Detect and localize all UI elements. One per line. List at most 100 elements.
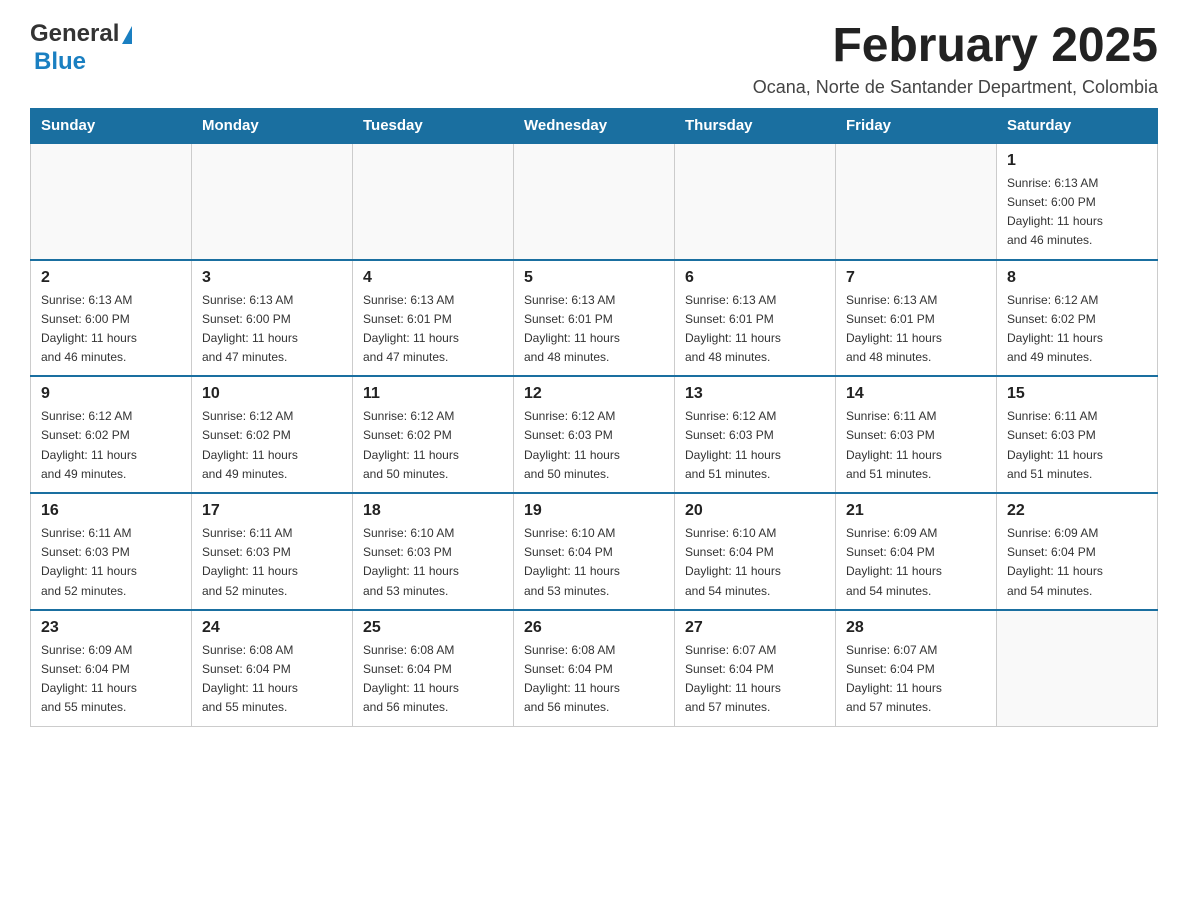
title-block: February 2025 Ocana, Norte de Santander … — [753, 20, 1158, 98]
day-number: 14 — [846, 385, 986, 403]
calendar-day-cell — [353, 143, 514, 260]
day-info: Sunrise: 6:11 AMSunset: 6:03 PMDaylight:… — [41, 524, 181, 601]
logo-general-text: General — [30, 20, 119, 48]
day-info: Sunrise: 6:10 AMSunset: 6:03 PMDaylight:… — [363, 524, 503, 601]
col-thursday: Thursday — [675, 108, 836, 143]
day-number: 22 — [1007, 502, 1147, 520]
col-wednesday: Wednesday — [514, 108, 675, 143]
calendar-day-cell — [31, 143, 192, 260]
day-number: 23 — [41, 619, 181, 637]
col-tuesday: Tuesday — [353, 108, 514, 143]
day-number: 26 — [524, 619, 664, 637]
day-info: Sunrise: 6:13 AMSunset: 6:01 PMDaylight:… — [524, 291, 664, 368]
day-number: 1 — [1007, 152, 1147, 170]
calendar-day-cell — [997, 610, 1158, 726]
day-info: Sunrise: 6:09 AMSunset: 6:04 PMDaylight:… — [41, 641, 181, 718]
col-monday: Monday — [192, 108, 353, 143]
calendar-day-cell: 16 Sunrise: 6:11 AMSunset: 6:03 PMDayligh… — [31, 493, 192, 610]
calendar-week-row: 9 Sunrise: 6:12 AMSunset: 6:02 PMDaylight… — [31, 376, 1158, 493]
calendar-day-cell: 10Sunrise: 6:12 AMSunset: 6:02 PMDayligh… — [192, 376, 353, 493]
calendar-day-cell: 1 Sunrise: 6:13 AMSunset: 6:00 PMDaylight… — [997, 143, 1158, 260]
day-info: Sunrise: 6:07 AMSunset: 6:04 PMDaylight:… — [846, 641, 986, 718]
day-number: 7 — [846, 269, 986, 287]
day-number: 6 — [685, 269, 825, 287]
day-info: Sunrise: 6:08 AMSunset: 6:04 PMDaylight:… — [524, 641, 664, 718]
day-number: 24 — [202, 619, 342, 637]
day-info: Sunrise: 6:10 AMSunset: 6:04 PMDaylight:… — [685, 524, 825, 601]
calendar-day-cell — [836, 143, 997, 260]
day-number: 2 — [41, 269, 181, 287]
calendar-day-cell: 21 Sunrise: 6:09 AMSunset: 6:04 PMDayligh… — [836, 493, 997, 610]
day-number: 9 — [41, 385, 181, 403]
calendar-day-cell: 8Sunrise: 6:12 AMSunset: 6:02 PMDaylight… — [997, 260, 1158, 377]
day-number: 19 — [524, 502, 664, 520]
col-saturday: Saturday — [997, 108, 1158, 143]
day-info: Sunrise: 6:11 AMSunset: 6:03 PMDaylight:… — [846, 407, 986, 484]
calendar-day-cell — [675, 143, 836, 260]
calendar-day-cell: 23 Sunrise: 6:09 AMSunset: 6:04 PMDayligh… — [31, 610, 192, 726]
calendar-day-cell: 3Sunrise: 6:13 AMSunset: 6:00 PMDaylight… — [192, 260, 353, 377]
day-info: Sunrise: 6:13 AMSunset: 6:01 PMDaylight:… — [846, 291, 986, 368]
calendar-day-cell: 4Sunrise: 6:13 AMSunset: 6:01 PMDaylight… — [353, 260, 514, 377]
month-title: February 2025 — [753, 20, 1158, 73]
day-number: 17 — [202, 502, 342, 520]
day-number: 12 — [524, 385, 664, 403]
col-friday: Friday — [836, 108, 997, 143]
day-number: 15 — [1007, 385, 1147, 403]
day-number: 28 — [846, 619, 986, 637]
col-sunday: Sunday — [31, 108, 192, 143]
day-number: 16 — [41, 502, 181, 520]
day-number: 25 — [363, 619, 503, 637]
location-subtitle: Ocana, Norte de Santander Department, Co… — [753, 77, 1158, 98]
calendar-day-cell: 2 Sunrise: 6:13 AMSunset: 6:00 PMDaylight… — [31, 260, 192, 377]
calendar-day-cell: 19 Sunrise: 6:10 AMSunset: 6:04 PMDayligh… — [514, 493, 675, 610]
calendar-day-cell: 17 Sunrise: 6:11 AMSunset: 6:03 PMDayligh… — [192, 493, 353, 610]
day-info: Sunrise: 6:09 AMSunset: 6:04 PMDaylight:… — [1007, 524, 1147, 601]
calendar-week-row: 2 Sunrise: 6:13 AMSunset: 6:00 PMDaylight… — [31, 260, 1158, 377]
calendar-week-row: 23 Sunrise: 6:09 AMSunset: 6:04 PMDayligh… — [31, 610, 1158, 726]
day-info: Sunrise: 6:08 AMSunset: 6:04 PMDaylight:… — [202, 641, 342, 718]
day-number: 13 — [685, 385, 825, 403]
day-info: Sunrise: 6:07 AMSunset: 6:04 PMDaylight:… — [685, 641, 825, 718]
calendar-day-cell: 9 Sunrise: 6:12 AMSunset: 6:02 PMDaylight… — [31, 376, 192, 493]
calendar-week-row: 16 Sunrise: 6:11 AMSunset: 6:03 PMDayligh… — [31, 493, 1158, 610]
day-number: 21 — [846, 502, 986, 520]
calendar-day-cell: 26 Sunrise: 6:08 AMSunset: 6:04 PMDayligh… — [514, 610, 675, 726]
day-info: Sunrise: 6:11 AMSunset: 6:03 PMDaylight:… — [202, 524, 342, 601]
day-info: Sunrise: 6:11 AMSunset: 6:03 PMDaylight:… — [1007, 407, 1147, 484]
calendar-day-cell: 24 Sunrise: 6:08 AMSunset: 6:04 PMDayligh… — [192, 610, 353, 726]
day-info: Sunrise: 6:13 AMSunset: 6:00 PMDaylight:… — [41, 291, 181, 368]
day-info: Sunrise: 6:09 AMSunset: 6:04 PMDaylight:… — [846, 524, 986, 601]
day-number: 5 — [524, 269, 664, 287]
calendar-day-cell: 25 Sunrise: 6:08 AMSunset: 6:04 PMDayligh… — [353, 610, 514, 726]
day-info: Sunrise: 6:12 AMSunset: 6:02 PMDaylight:… — [363, 407, 503, 484]
day-number: 18 — [363, 502, 503, 520]
calendar-day-cell: 20 Sunrise: 6:10 AMSunset: 6:04 PMDayligh… — [675, 493, 836, 610]
day-info: Sunrise: 6:13 AMSunset: 6:00 PMDaylight:… — [1007, 174, 1147, 251]
calendar-day-cell: 15 Sunrise: 6:11 AMSunset: 6:03 PMDayligh… — [997, 376, 1158, 493]
calendar-day-cell: 18 Sunrise: 6:10 AMSunset: 6:03 PMDayligh… — [353, 493, 514, 610]
calendar-day-cell — [192, 143, 353, 260]
calendar-day-cell: 12 Sunrise: 6:12 AMSunset: 6:03 PMDayligh… — [514, 376, 675, 493]
day-info: Sunrise: 6:10 AMSunset: 6:04 PMDaylight:… — [524, 524, 664, 601]
calendar-day-cell: 11Sunrise: 6:12 AMSunset: 6:02 PMDayligh… — [353, 376, 514, 493]
day-info: Sunrise: 6:08 AMSunset: 6:04 PMDaylight:… — [363, 641, 503, 718]
day-info: Sunrise: 6:12 AMSunset: 6:03 PMDaylight:… — [685, 407, 825, 484]
day-number: 8 — [1007, 269, 1147, 287]
calendar-day-cell: 5 Sunrise: 6:13 AMSunset: 6:01 PMDaylight… — [514, 260, 675, 377]
day-info: Sunrise: 6:13 AMSunset: 6:01 PMDaylight:… — [363, 291, 503, 368]
day-info: Sunrise: 6:12 AMSunset: 6:02 PMDaylight:… — [41, 407, 181, 484]
day-info: Sunrise: 6:12 AMSunset: 6:02 PMDaylight:… — [202, 407, 342, 484]
calendar-header-row: Sunday Monday Tuesday Wednesday Thursday… — [31, 108, 1158, 143]
day-number: 3 — [202, 269, 342, 287]
calendar-day-cell — [514, 143, 675, 260]
logo-triangle-icon — [122, 26, 132, 44]
calendar-day-cell: 22 Sunrise: 6:09 AMSunset: 6:04 PMDayligh… — [997, 493, 1158, 610]
logo-blue-text: Blue — [34, 48, 86, 75]
calendar-day-cell: 6 Sunrise: 6:13 AMSunset: 6:01 PMDaylight… — [675, 260, 836, 377]
calendar-table: Sunday Monday Tuesday Wednesday Thursday… — [30, 108, 1158, 727]
day-info: Sunrise: 6:13 AMSunset: 6:01 PMDaylight:… — [685, 291, 825, 368]
day-number: 20 — [685, 502, 825, 520]
day-info: Sunrise: 6:12 AMSunset: 6:03 PMDaylight:… — [524, 407, 664, 484]
calendar-day-cell: 28 Sunrise: 6:07 AMSunset: 6:04 PMDayligh… — [836, 610, 997, 726]
